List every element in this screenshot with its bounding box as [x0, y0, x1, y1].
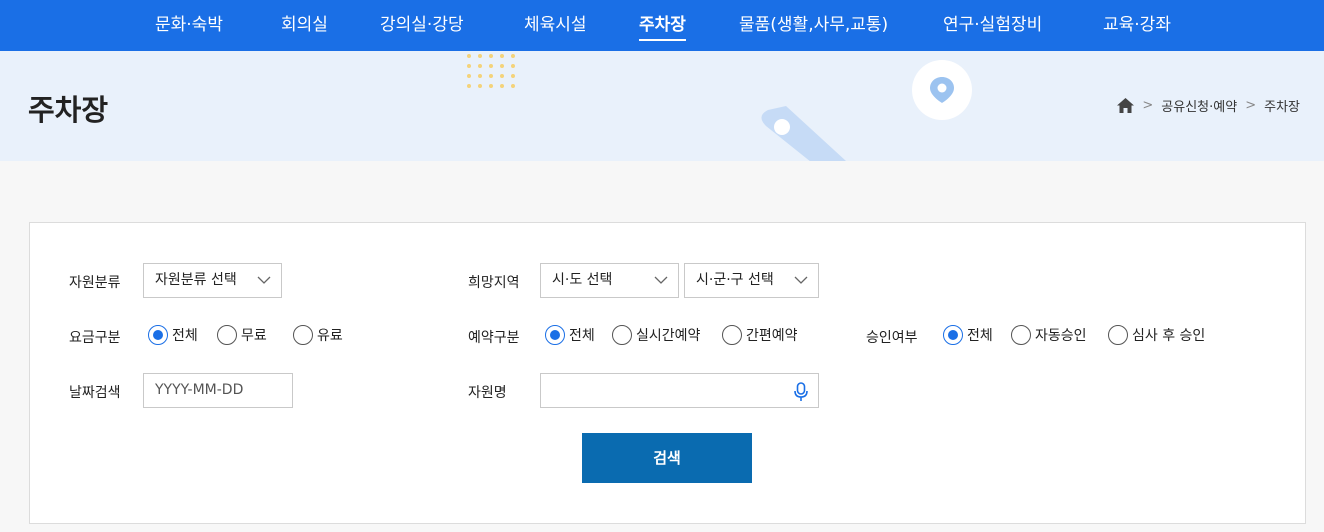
chevron-right-icon: >	[1142, 98, 1154, 113]
radio-indicator	[943, 325, 963, 345]
reservation-radio-realtime[interactable]: 실시간예약	[612, 325, 700, 345]
decorative-dot	[489, 84, 493, 88]
nav-item-sports[interactable]: 체육시설	[524, 0, 587, 51]
nav-item-lecture-hall[interactable]: 강의실·강당	[380, 0, 464, 51]
radio-label: 간편예약	[746, 328, 798, 344]
decorative-dot	[489, 54, 493, 58]
decorative-dot	[478, 54, 482, 58]
chevron-right-icon: >	[1245, 98, 1257, 113]
approval-radio-all[interactable]: 전체	[943, 325, 993, 345]
resource-type-select[interactable]: 자원분류 선택	[143, 263, 282, 298]
decorative-dot	[500, 74, 504, 78]
radio-label: 전체	[569, 328, 595, 344]
nav-item-culture-lodging[interactable]: 문화·숙박	[155, 0, 223, 51]
top-nav: 문화·숙박 회의실 강의실·강당 체육시설 주차장 물품(생활,사무,교통) 연…	[0, 0, 1324, 51]
breadcrumb-item-share-reservation[interactable]: 공유신청·예약	[1161, 96, 1237, 115]
radio-indicator	[545, 325, 565, 345]
radio-indicator	[293, 325, 313, 345]
decorative-dot	[511, 64, 515, 68]
decorative-dot	[467, 64, 471, 68]
decorative-dot	[467, 84, 471, 88]
reservation-label: 예약구분	[468, 330, 520, 346]
date-input[interactable]: YYYY-MM-DD	[143, 373, 293, 408]
decorative-dot	[478, 64, 482, 68]
nav-item-research-equipment[interactable]: 연구·실험장비	[943, 0, 1042, 51]
radio-indicator	[148, 325, 168, 345]
radio-label: 유료	[317, 328, 343, 344]
decorative-dot	[511, 54, 515, 58]
page-title: 주차장	[28, 93, 109, 127]
decorative-dot	[467, 54, 471, 58]
decorative-dot	[467, 74, 471, 78]
decorative-tag-icon	[761, 106, 846, 161]
decorative-dot	[500, 54, 504, 58]
nav-item-parking[interactable]: 주차장	[639, 0, 686, 51]
nav-item-education[interactable]: 교육·강좌	[1103, 0, 1171, 51]
sido-select[interactable]: 시·도 선택	[540, 263, 679, 298]
location-pin-icon	[930, 77, 954, 103]
reservation-radio-simple[interactable]: 간편예약	[722, 325, 798, 345]
fee-radio-free[interactable]: 무료	[217, 325, 267, 345]
home-icon[interactable]	[1117, 98, 1135, 113]
decorative-dot	[478, 74, 482, 78]
chevron-down-icon	[654, 276, 668, 284]
chevron-down-icon	[794, 276, 808, 284]
decorative-dot	[500, 84, 504, 88]
radio-label: 실시간예약	[636, 328, 701, 344]
date-label: 날짜검색	[69, 385, 121, 401]
breadcrumb: > 공유신청·예약 > 주차장	[1117, 96, 1300, 115]
reservation-radio-all[interactable]: 전체	[545, 325, 595, 345]
search-button[interactable]: 검색	[582, 433, 752, 483]
radio-indicator	[1108, 325, 1128, 345]
radio-label: 전체	[172, 328, 198, 344]
nav-item-goods[interactable]: 물품(생활,사무,교통)	[739, 0, 888, 51]
breadcrumb-item-current[interactable]: 주차장	[1264, 96, 1300, 115]
resource-name-label: 자원명	[468, 385, 507, 401]
radio-indicator	[1011, 325, 1031, 345]
sigungu-value: 시·군·구 선택	[696, 272, 774, 288]
page-header: 주차장 > 공유신청·예약 > 주차장	[0, 51, 1324, 161]
microphone-icon[interactable]	[794, 382, 808, 402]
decorative-dot	[500, 64, 504, 68]
approval-radio-auto[interactable]: 자동승인	[1011, 325, 1087, 345]
fee-radio-all[interactable]: 전체	[148, 325, 198, 345]
radio-indicator	[612, 325, 632, 345]
decorative-dot	[511, 74, 515, 78]
radio-label: 무료	[241, 328, 267, 344]
radio-label: 전체	[967, 328, 993, 344]
decorative-dots	[467, 54, 517, 90]
decorative-dot	[489, 64, 493, 68]
search-panel: 자원분류 자원분류 선택 희망지역 시·도 선택 시·군·구 선택 요금구분 전…	[29, 222, 1306, 524]
decorative-dot	[478, 84, 482, 88]
chevron-down-icon	[257, 276, 271, 284]
resource-type-value: 자원분류 선택	[155, 272, 237, 288]
approval-radio-review[interactable]: 심사 후 승인	[1108, 325, 1205, 345]
radio-label: 자동승인	[1035, 328, 1087, 344]
nav-item-meeting-room[interactable]: 회의실	[281, 0, 328, 51]
radio-indicator	[722, 325, 742, 345]
sigungu-select[interactable]: 시·군·구 선택	[684, 263, 819, 298]
decorative-dot	[489, 74, 493, 78]
approval-label: 승인여부	[866, 330, 918, 346]
resource-type-label: 자원분류	[69, 275, 121, 291]
fee-radio-paid[interactable]: 유료	[293, 325, 343, 345]
radio-label: 심사 후 승인	[1132, 328, 1206, 344]
decorative-dot	[511, 84, 515, 88]
fee-label: 요금구분	[69, 330, 121, 346]
resource-name-input[interactable]	[540, 373, 819, 408]
sido-value: 시·도 선택	[552, 272, 613, 288]
region-label: 희망지역	[468, 275, 520, 291]
radio-indicator	[217, 325, 237, 345]
